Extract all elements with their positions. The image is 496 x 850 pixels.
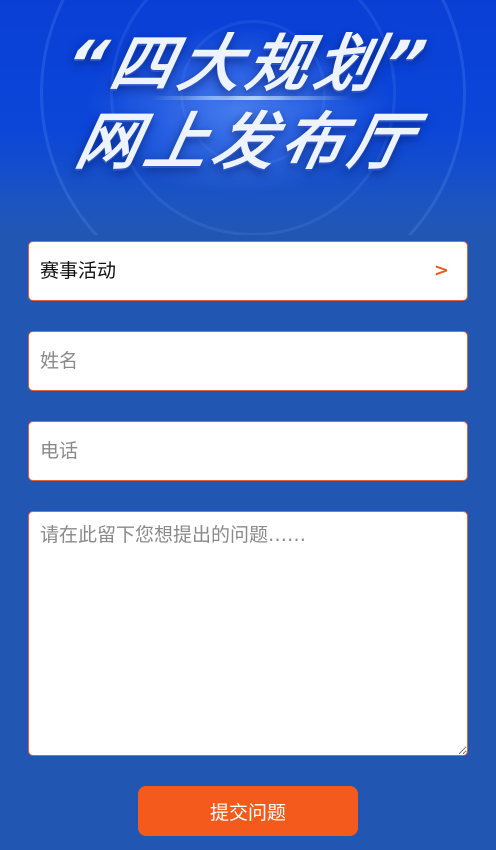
- banner-title-line2: 网上发布厅: [70, 105, 426, 178]
- question-textarea[interactable]: [28, 511, 468, 756]
- name-input[interactable]: [28, 331, 468, 391]
- phone-input[interactable]: [28, 421, 468, 481]
- category-selected-value: 赛事活动: [40, 260, 117, 282]
- banner-title-line1: “四大规划”: [58, 27, 438, 100]
- category-select[interactable]: 赛事活动 >: [28, 241, 468, 301]
- submit-question-button[interactable]: 提交问题: [138, 786, 358, 836]
- hero-banner: “四大规划” 网上发布厅: [0, 0, 496, 235]
- chevron-right-icon: >: [433, 260, 449, 281]
